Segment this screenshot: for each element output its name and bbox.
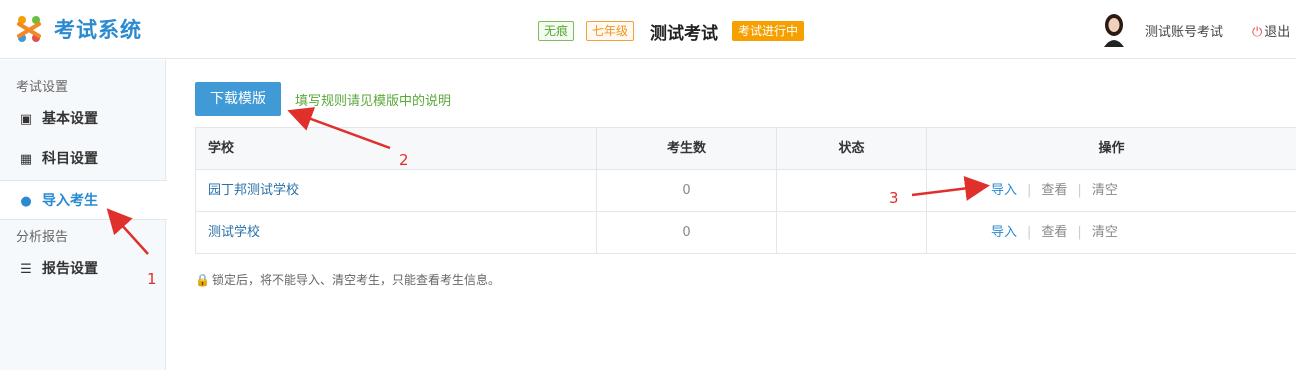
logo-icon — [17, 16, 41, 42]
top-header: 考试系统 无痕 七年级 测试考试 考试进行中 测试账号考试 ⏻ 退出 — [0, 0, 1296, 59]
sidebar-item-label: 报告设置 — [42, 261, 98, 277]
clear-link[interactable]: 清空 — [1092, 183, 1118, 198]
import-link[interactable]: 导入 — [991, 183, 1017, 198]
sidebar-group-exam-settings: 考试设置 — [16, 80, 69, 95]
student-count: 0 — [597, 212, 777, 254]
school-table: 学校 考生数 状态 操作 园丁邦测试学校 0 导入 | 查看 | 清空 测试学校 0 导… — [195, 127, 1296, 254]
school-name: 园丁邦测试学校 — [195, 170, 597, 212]
sidebar-group-analysis-report: 分析报告 — [16, 230, 69, 245]
divider: | — [1077, 183, 1082, 198]
divider: | — [1027, 183, 1032, 198]
sidebar-item-label: 基本设置 — [42, 111, 98, 127]
power-icon: ⏻ — [1252, 25, 1263, 40]
sidebar-item-subject-settings[interactable]: ▦ 科目设置 — [0, 139, 166, 179]
clear-link[interactable]: 清空 — [1092, 225, 1118, 240]
row-actions: 导入 | 查看 | 清空 — [991, 212, 1118, 254]
column-header-status: 状态 — [777, 128, 927, 170]
sidebar-item-report-settings[interactable]: ☰ 报告设置 — [0, 249, 166, 289]
lock-icon: 🔒 — [195, 273, 210, 287]
status-cell — [777, 212, 927, 254]
list-icon: ☰ — [20, 262, 32, 277]
status-cell — [777, 170, 927, 212]
column-header-count: 考生数 — [597, 128, 777, 170]
table-header-row: 学校 考生数 状态 操作 — [195, 128, 1296, 170]
sidebar-item-label: 科目设置 — [42, 151, 98, 167]
view-link[interactable]: 查看 — [1041, 183, 1067, 198]
annotation-label-1: 1 — [147, 270, 157, 288]
exam-status-badge: 考试进行中 — [732, 21, 805, 41]
school-name: 测试学校 — [195, 212, 597, 254]
sidebar-item-label: 导入考生 — [42, 193, 98, 209]
actions-cell: 导入 | 查看 | 清空 — [927, 212, 1296, 254]
column-header-actions: 操作 — [1098, 141, 1125, 156]
calendar-icon: ▦ — [19, 152, 33, 167]
user-card-icon: ▣ — [19, 112, 33, 127]
avatar[interactable] — [1100, 13, 1128, 47]
trace-badge: 无痕 — [538, 21, 575, 41]
sidebar-item-basic-settings[interactable]: ▣ 基本设置 — [0, 99, 166, 139]
view-link[interactable]: 查看 — [1041, 225, 1067, 240]
sidebar-item-import-students[interactable]: ● 导入考生 — [0, 180, 167, 220]
grade-badge: 七年级 — [586, 21, 635, 41]
student-count: 0 — [597, 170, 777, 212]
column-header-school: 学校 — [195, 128, 597, 170]
sidebar: 考试设置 ▣ 基本设置 ▦ 科目设置 ● 导入考生 分析报告 ☰ 报告设置 — [0, 60, 167, 370]
import-link[interactable]: 导入 — [991, 225, 1017, 240]
user-name[interactable]: 测试账号考试 — [1145, 21, 1223, 40]
table-row: 测试学校 0 导入 | 查看 | 清空 — [195, 212, 1296, 254]
table-row: 园丁邦测试学校 0 导入 | 查看 | 清空 — [195, 170, 1296, 212]
logout-label: 退出 — [1264, 25, 1291, 40]
exam-title: 测试考试 — [650, 24, 718, 44]
download-template-button[interactable]: 下载模版 — [195, 82, 281, 116]
divider: | — [1077, 225, 1082, 240]
annotation-label-2: 2 — [399, 151, 409, 169]
divider: | — [1027, 225, 1032, 240]
row-actions: 导入 | 查看 | 清空 — [991, 170, 1118, 212]
users-icon: ● — [20, 194, 32, 209]
template-hint: 填写规则请见模版中的说明 — [295, 94, 452, 109]
lock-note-text: 锁定后，将不能导入、清空考生，只能查看考生信息。 — [211, 273, 500, 287]
logo-text: 考试系统 — [54, 18, 142, 42]
logout-button[interactable]: ⏻ 退出 — [1252, 21, 1290, 40]
annotation-label-3: 3 — [889, 189, 899, 207]
lock-note: 🔒 锁定后，将不能导入、清空考生，只能查看考生信息。 — [195, 271, 500, 288]
actions-cell: 导入 | 查看 | 清空 — [927, 170, 1296, 212]
